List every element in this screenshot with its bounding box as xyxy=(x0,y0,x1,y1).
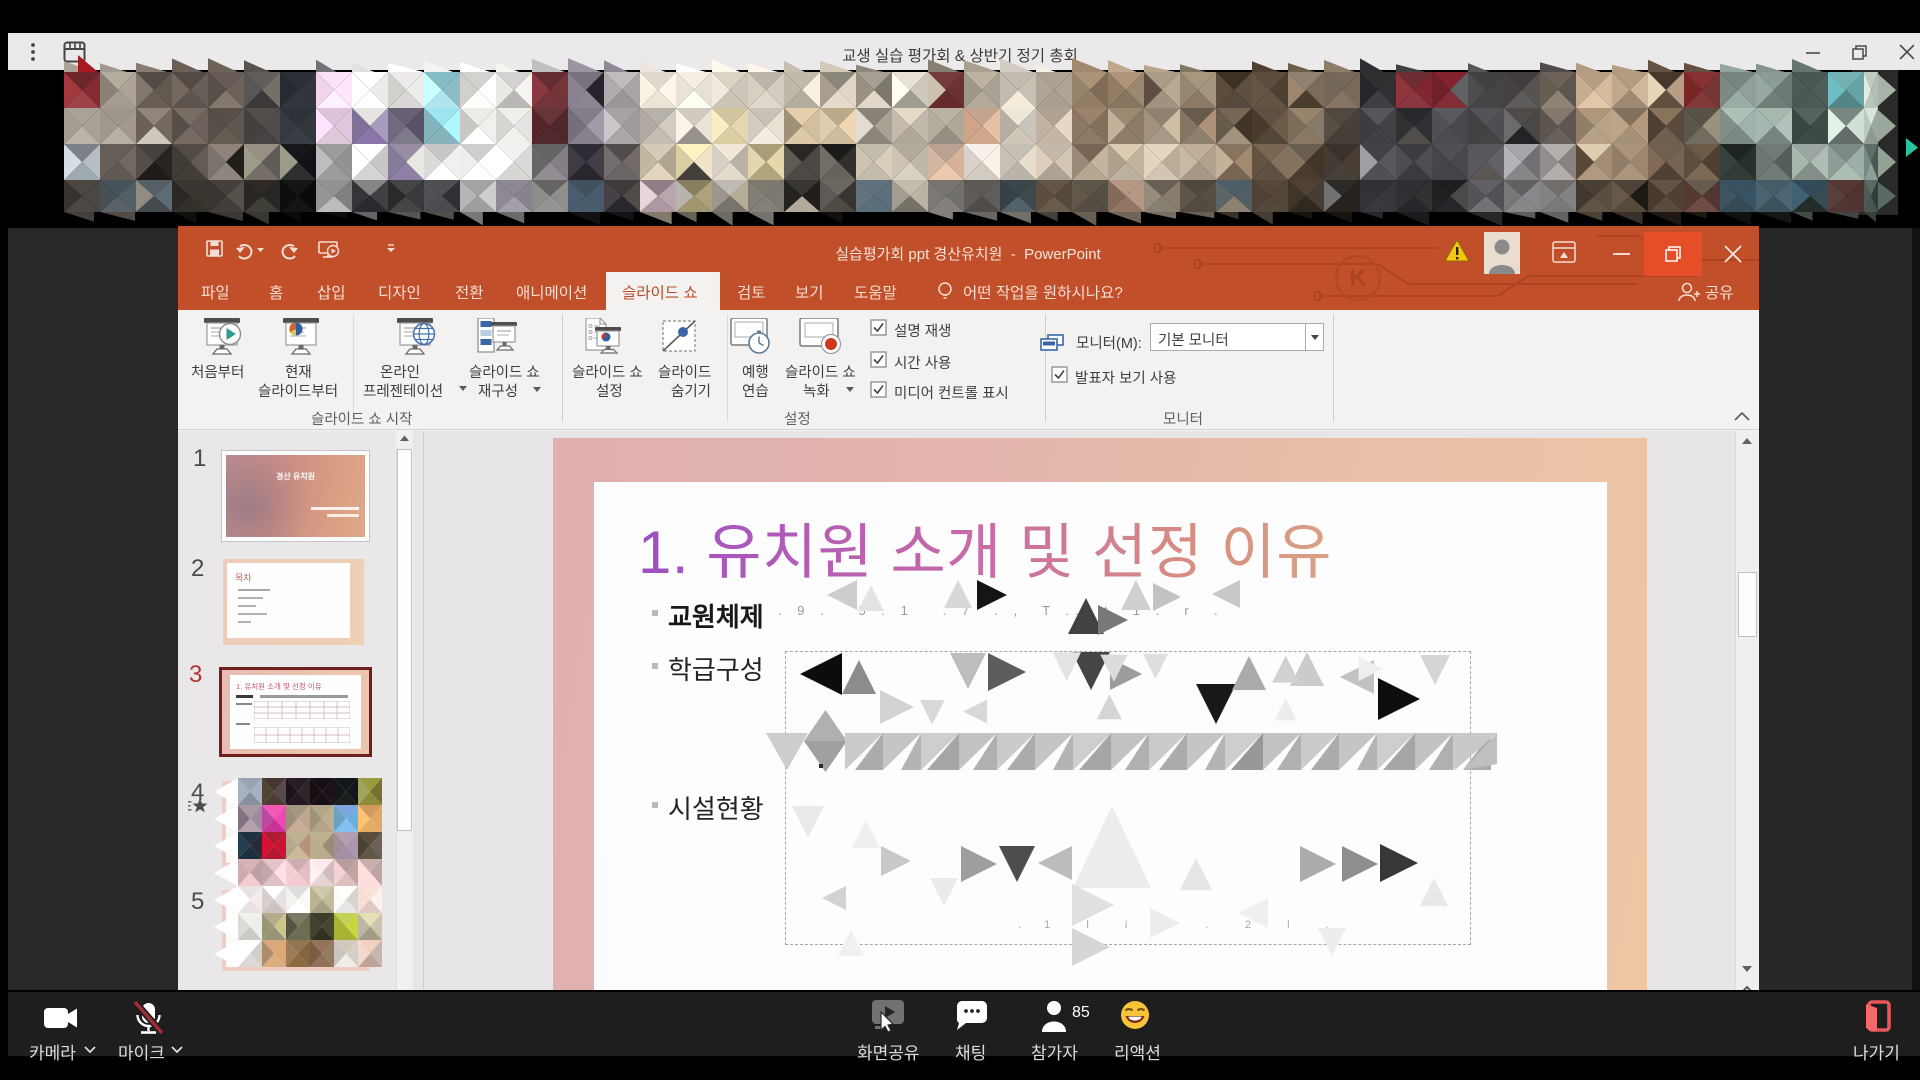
svg-text:85: 85 xyxy=(1072,1004,1090,1021)
